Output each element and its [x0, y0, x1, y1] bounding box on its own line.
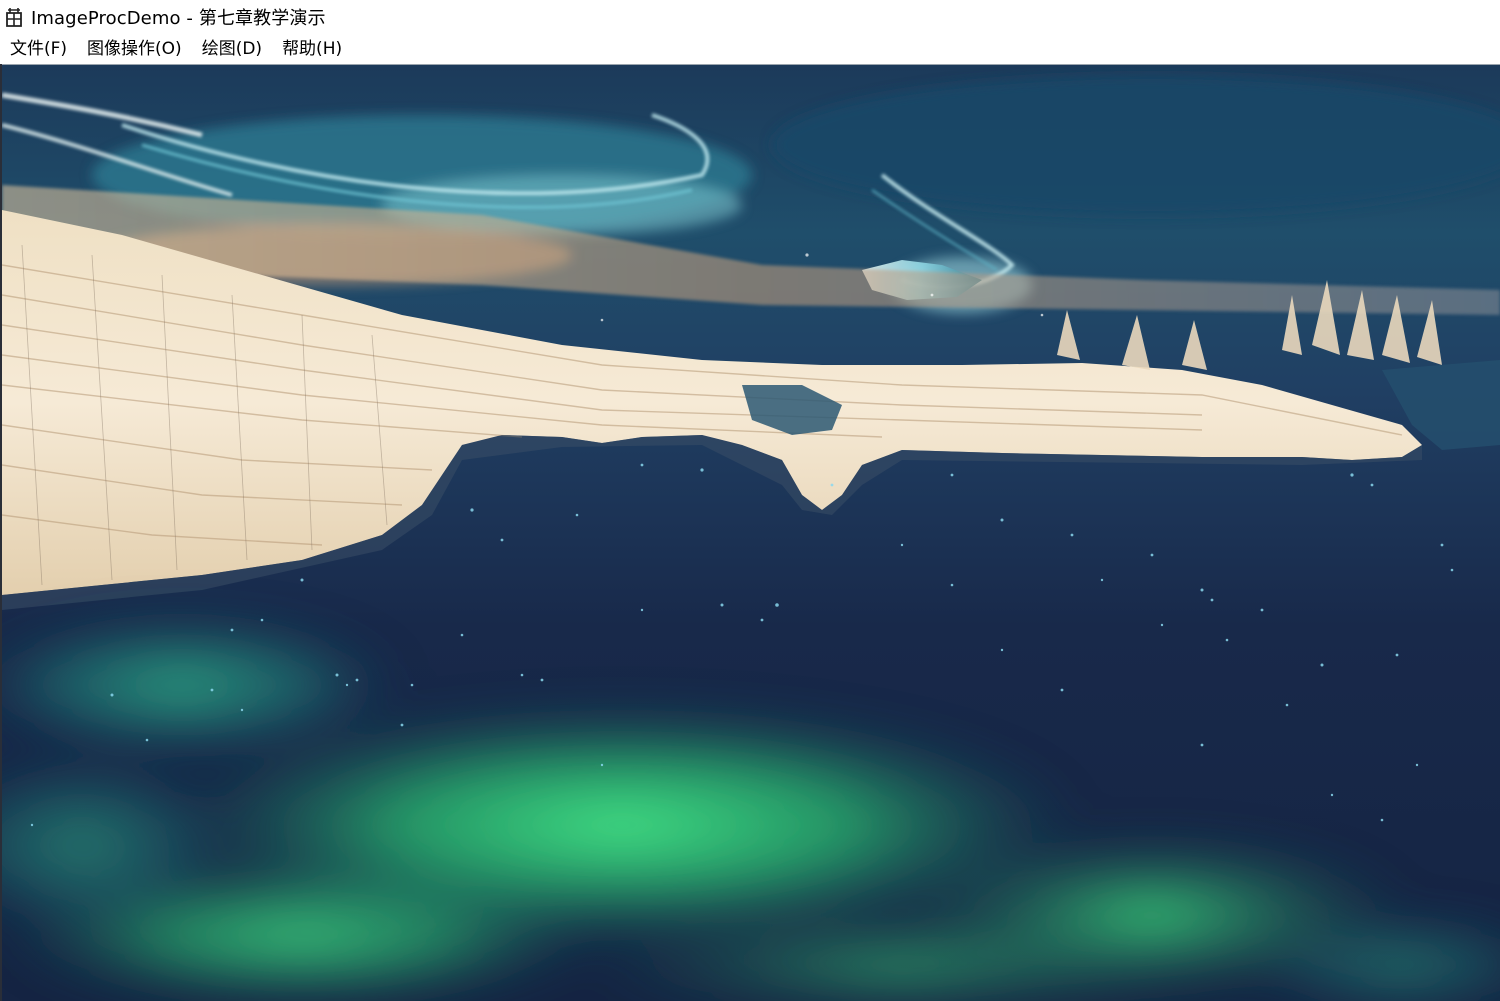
menu-image-operations[interactable]: 图像操作(O)	[77, 34, 192, 64]
menu-help[interactable]: 帮助(H)	[272, 34, 352, 64]
image-canvas[interactable]	[2, 64, 1500, 1001]
window-title: ImageProcDemo - 第七章教学演示	[31, 8, 326, 29]
app-window: ImageProcDemo - 第七章教学演示 文件(F) 图像操作(O) 绘图…	[0, 0, 1500, 1001]
rendered-landscape-image	[2, 65, 1500, 1001]
menu-drawing[interactable]: 绘图(D)	[192, 34, 272, 64]
menu-bar: 文件(F) 图像操作(O) 绘图(D) 帮助(H)	[0, 34, 1500, 64]
title-bar[interactable]: ImageProcDemo - 第七章教学演示	[0, 0, 1500, 34]
app-window-icon	[6, 8, 22, 27]
menu-file[interactable]: 文件(F)	[0, 34, 77, 64]
